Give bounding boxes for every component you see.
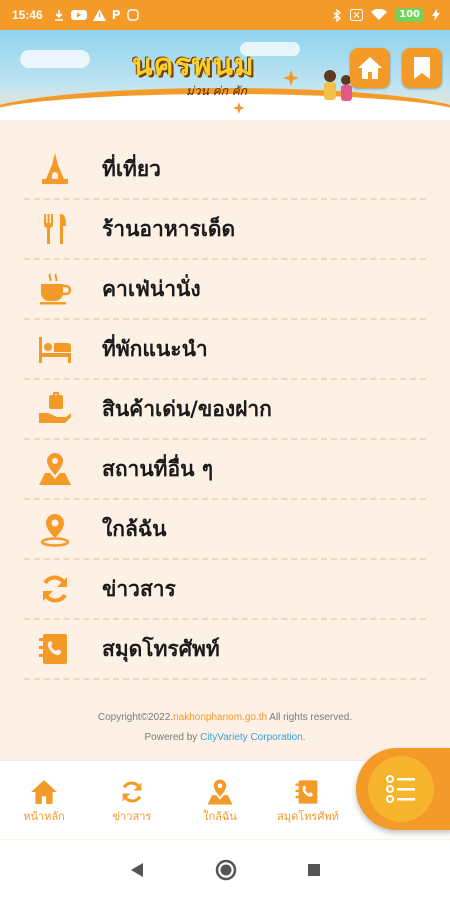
powered-by-link[interactable]: CityVariety Corporation. [200, 732, 305, 743]
bluetooth-icon [333, 8, 342, 22]
powered-by-prefix: Powered by [144, 732, 201, 743]
fab-inner [368, 756, 434, 822]
main-menu: ที่เที่ยว ร้านอาหารเด็ด คาเฟ่น่านั่ง ที่… [24, 140, 426, 680]
menu-item-cafes[interactable]: คาเฟ่น่านั่ง [24, 260, 426, 320]
header-home-button[interactable] [350, 48, 390, 88]
home-icon [358, 57, 382, 79]
menu-item-label: คาเฟ่น่านั่ง [102, 276, 201, 301]
menu-item-attractions[interactable]: ที่เที่ยว [24, 140, 426, 200]
alert-icon [92, 9, 106, 21]
nav-label: ใกล้ฉัน [203, 810, 237, 823]
menu-item-label: ที่พักแนะนำ [102, 336, 208, 361]
map-pin-icon [39, 453, 71, 485]
copyright-suffix: All rights reserved. [267, 712, 353, 723]
cloud-decoration [20, 50, 90, 68]
menu-item-accommodation[interactable]: ที่พักแนะนำ [24, 320, 426, 380]
refresh-icon [122, 781, 142, 803]
nav-news[interactable]: ข่าวสาร [92, 777, 172, 825]
floating-menu-button[interactable] [356, 748, 450, 830]
home-circle-icon[interactable] [215, 859, 237, 881]
nav-near-me[interactable]: ใกล้ฉัน [180, 777, 260, 825]
app-header: นครพนม ม่วน ค่ก คัก [0, 30, 450, 120]
system-navigation-bar [0, 840, 450, 900]
sparkle-icon [233, 102, 245, 114]
parking-icon: P [111, 8, 121, 22]
copyright-line: Copyright©2022.nakhonphanom.go.th All ri… [0, 708, 450, 728]
bookmark-icon [414, 57, 430, 79]
menu-item-label: ร้านอาหารเด็ด [102, 216, 236, 241]
refresh-icon [43, 575, 67, 603]
menu-item-label: สมุดโทรศัพท์ [102, 636, 220, 661]
download-icon [54, 10, 63, 21]
status-bar: 15:46 P 100 [0, 0, 450, 30]
menu-item-near-me[interactable]: ใกล้ฉัน [24, 500, 426, 560]
battery-indicator: 100 [395, 8, 424, 22]
copyright-prefix: Copyright©2022. [97, 712, 174, 723]
menu-item-label: ที่เที่ยว [102, 156, 161, 181]
phonebook-icon [39, 634, 67, 664]
nav-label: ข่าวสาร [112, 810, 152, 823]
nav-home[interactable]: หน้าหลัก [4, 777, 84, 825]
header-bookmark-button[interactable] [402, 48, 442, 88]
temple-icon [42, 153, 68, 184]
menu-item-souvenirs[interactable]: สินค้าเด่น/ของฝาก [24, 380, 426, 440]
nav-label: หน้าหลัก [23, 810, 65, 823]
bed-icon [39, 337, 71, 363]
list-icon [386, 775, 415, 803]
menu-item-news[interactable]: ข่าวสาร [24, 560, 426, 620]
menu-item-phonebook[interactable]: สมุดโทรศัพท์ [24, 620, 426, 680]
location-icon [40, 514, 70, 547]
copyright-footer: Copyright©2022.nakhonphanom.go.th All ri… [0, 708, 450, 748]
wifi-icon [371, 9, 388, 20]
back-icon[interactable] [129, 862, 145, 878]
nav-label: สมุดโทรศัพท์ [277, 810, 339, 823]
utensils-icon [43, 214, 66, 244]
menu-item-restaurants[interactable]: ร้านอาหารเด็ด [24, 200, 426, 260]
menu-item-label: สถานที่อื่น ๆ [102, 456, 214, 481]
coffee-icon [40, 273, 72, 305]
menu-item-label: ข่าวสาร [102, 576, 176, 601]
nav-phonebook[interactable]: สมุดโทรศัพท์ [268, 777, 348, 825]
map-pin-icon [207, 779, 233, 805]
gift-hand-icon [39, 392, 71, 423]
status-time: 15:46 [12, 8, 43, 22]
menu-item-label: สินค้าเด่น/ของฝาก [102, 396, 272, 421]
app-logo-subtitle: ม่วน ค่ก คัก [186, 84, 248, 98]
recents-icon[interactable] [307, 863, 321, 877]
powered-by-line: Powered by CityVariety Corporation. [0, 728, 450, 748]
menu-item-other-places[interactable]: สถานที่อื่น ๆ [24, 440, 426, 500]
close-box-icon [350, 9, 364, 21]
app-icon [126, 9, 139, 21]
sparkle-icon [283, 70, 299, 86]
home-icon [31, 780, 57, 804]
copyright-site-link[interactable]: nakhonphanom.go.th [173, 712, 267, 723]
charging-icon [432, 9, 440, 21]
youtube-icon [70, 10, 87, 20]
menu-item-label: ใกล้ฉัน [102, 516, 167, 541]
phonebook-icon [295, 780, 318, 804]
